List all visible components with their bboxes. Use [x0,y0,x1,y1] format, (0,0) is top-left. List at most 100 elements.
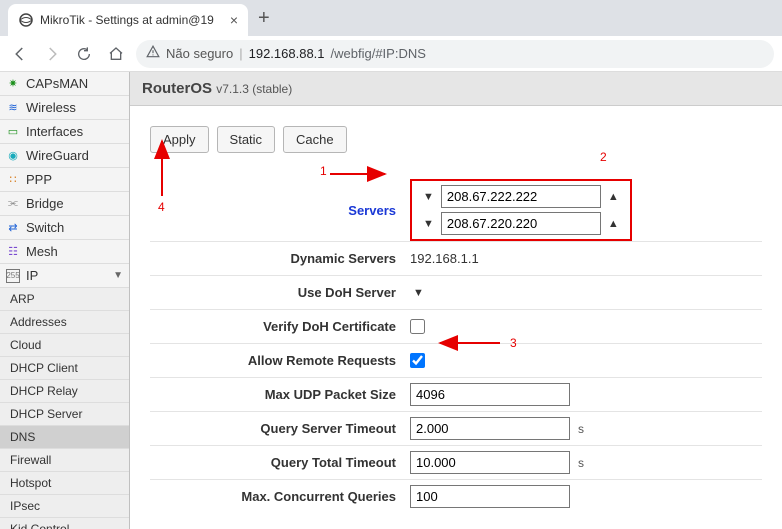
server-input-1[interactable] [441,185,601,208]
insecure-label: Não seguro [166,46,233,61]
remove-server-icon[interactable]: ▼ [420,191,437,203]
sidebar-item-dns[interactable]: DNS [0,426,129,449]
query-server-timeout-input[interactable] [410,417,570,440]
max-concurrent-input[interactable] [410,485,570,508]
sidebar-item-label: Interfaces [26,124,123,139]
sidebar-item-label: Firewall [10,453,123,467]
sidebar-item-label: IP [26,268,107,283]
sidebar-item-ppp[interactable]: ∷ PPP [0,168,129,192]
sidebar-item-label: Bridge [26,196,123,211]
sidebar-item-wireguard[interactable]: ◉ WireGuard [0,144,129,168]
sidebar-item-dhcp-server[interactable]: DHCP Server [0,403,129,426]
servers-label: Servers [150,203,410,218]
sidebar-item-hotspot[interactable]: Hotspot [0,472,129,495]
product-name: RouterOS [142,80,212,97]
sidebar-item-dhcp-relay[interactable]: DHCP Relay [0,380,129,403]
sidebar-item-switch[interactable]: ⇄Switch [0,216,129,240]
allow-remote-checkbox[interactable] [410,353,425,368]
sidebar-item-label: Kid Control [10,522,123,529]
max-udp-input[interactable] [410,383,570,406]
servers-highlight-box: ▼ ▲ ▼ ▲ [410,179,632,241]
sidebar-item-label: Mesh [26,244,123,259]
max-udp-label: Max UDP Packet Size [150,387,410,402]
chevron-down-icon: ▼ [113,270,123,281]
browser-tab-strip: MikroTik - Settings at admin@19 × + [0,0,782,36]
sidebar-item-addresses[interactable]: Addresses [0,311,129,334]
sidebar-item-ipsec[interactable]: IPsec [0,495,129,518]
sidebar-item-label: IPsec [10,499,123,513]
product-version: v7.1.3 (stable) [216,82,292,96]
row-dynamic-servers: Dynamic Servers 192.168.1.1 [150,241,762,275]
sidebar-item-mesh[interactable]: ☷ Mesh [0,240,129,264]
url-path: /webfig/#IP:DNS [331,46,426,61]
sidebar-item-firewall[interactable]: Firewall [0,449,129,472]
mesh-icon: ☷ [6,245,20,259]
browser-toolbar: Não seguro | 192.168.88.1/webfig/#IP:DNS [0,36,782,72]
forward-button[interactable] [40,42,64,66]
reload-button[interactable] [72,42,96,66]
row-allow-remote: Allow Remote Requests [150,343,762,377]
row-query-server-timeout: Query Server Timeout s [150,411,762,445]
dynamic-servers-label: Dynamic Servers [150,251,410,266]
sidebar-item-label: CAPsMAN [26,76,123,91]
sidebar-item-wireless[interactable]: ≋ Wireless [0,96,129,120]
row-query-total-timeout: Query Total Timeout s [150,445,762,479]
back-button[interactable] [8,42,32,66]
wireless-icon: ≋ [6,101,20,115]
dynamic-servers-value: 192.168.1.1 [410,251,479,266]
sidebar-item-arp[interactable]: ARP [0,288,129,311]
url-separator: | [239,46,242,61]
expand-doh-icon[interactable]: ▼ [410,287,427,299]
sidebar-item-cloud[interactable]: Cloud [0,334,129,357]
sidebar-item-ip[interactable]: 255IP▼ [0,264,129,288]
max-concurrent-label: Max. Concurrent Queries [150,489,410,504]
sidebar-item-label: Wireless [26,100,123,115]
verify-doh-checkbox[interactable] [410,319,425,334]
sidebar-item-label: Cloud [10,338,123,352]
sidebar-item-label: Addresses [10,315,123,329]
sidebar: ✷CAPsMAN ≋ Wireless ▭ Interfaces ◉ WireGuar… [0,72,130,529]
sidebar-item-label: Hotspot [10,476,123,490]
browser-tab[interactable]: MikroTik - Settings at admin@19 × [8,4,248,36]
add-server-icon[interactable]: ▲ [605,191,622,203]
remove-server-icon[interactable]: ▼ [420,218,437,230]
sidebar-item-interfaces[interactable]: ▭ Interfaces [0,120,129,144]
add-server-icon[interactable]: ▲ [605,218,622,230]
sidebar-item-label: Switch [26,220,123,235]
sidebar-item-label: DNS [10,430,123,444]
close-icon[interactable]: × [230,12,238,28]
apply-button[interactable]: Apply [150,126,209,153]
main-panel: RouterOS v7.1.3 (stable) Apply Static Ca… [130,72,782,529]
sidebar-item-bridge[interactable]: ⫘ Bridge [0,192,129,216]
unit-seconds: s [578,422,584,436]
tab-title: MikroTik - Settings at admin@19 [40,13,214,27]
cache-button[interactable]: Cache [283,126,347,153]
row-servers: Servers ▼ ▲ ▼ ▲ [150,179,762,241]
ppp-icon: ∷ [6,173,20,187]
use-doh-label: Use DoH Server [150,285,410,300]
sidebar-item-kid-control[interactable]: Kid Control [0,518,129,529]
query-server-timeout-label: Query Server Timeout [150,421,410,436]
sidebar-item-label: PPP [26,172,123,187]
row-max-udp: Max UDP Packet Size [150,377,762,411]
wireguard-icon: ◉ [6,149,20,163]
interfaces-icon: ▭ [6,125,20,139]
row-max-concurrent: Max. Concurrent Queries [150,479,762,513]
bridge-icon: ⫘ [6,197,20,211]
verify-doh-label: Verify DoH Certificate [150,319,410,334]
page-header: RouterOS v7.1.3 (stable) [130,72,782,106]
home-button[interactable] [104,42,128,66]
sidebar-item-label: DHCP Server [10,407,123,421]
query-total-timeout-label: Query Total Timeout [150,455,410,470]
query-total-timeout-input[interactable] [410,451,570,474]
new-tab-button[interactable]: + [248,7,280,30]
row-use-doh: Use DoH Server ▼ [150,275,762,309]
server-input-2[interactable] [441,212,601,235]
address-bar[interactable]: Não seguro | 192.168.88.1/webfig/#IP:DNS [136,40,774,68]
static-button[interactable]: Static [217,126,276,153]
sidebar-item-label: WireGuard [26,148,123,163]
sidebar-item-dhcp-client[interactable]: DHCP Client [0,357,129,380]
unit-seconds: s [578,456,584,470]
annotation-1: 1 [320,164,327,178]
sidebar-item-capsman[interactable]: ✷CAPsMAN [0,72,129,96]
